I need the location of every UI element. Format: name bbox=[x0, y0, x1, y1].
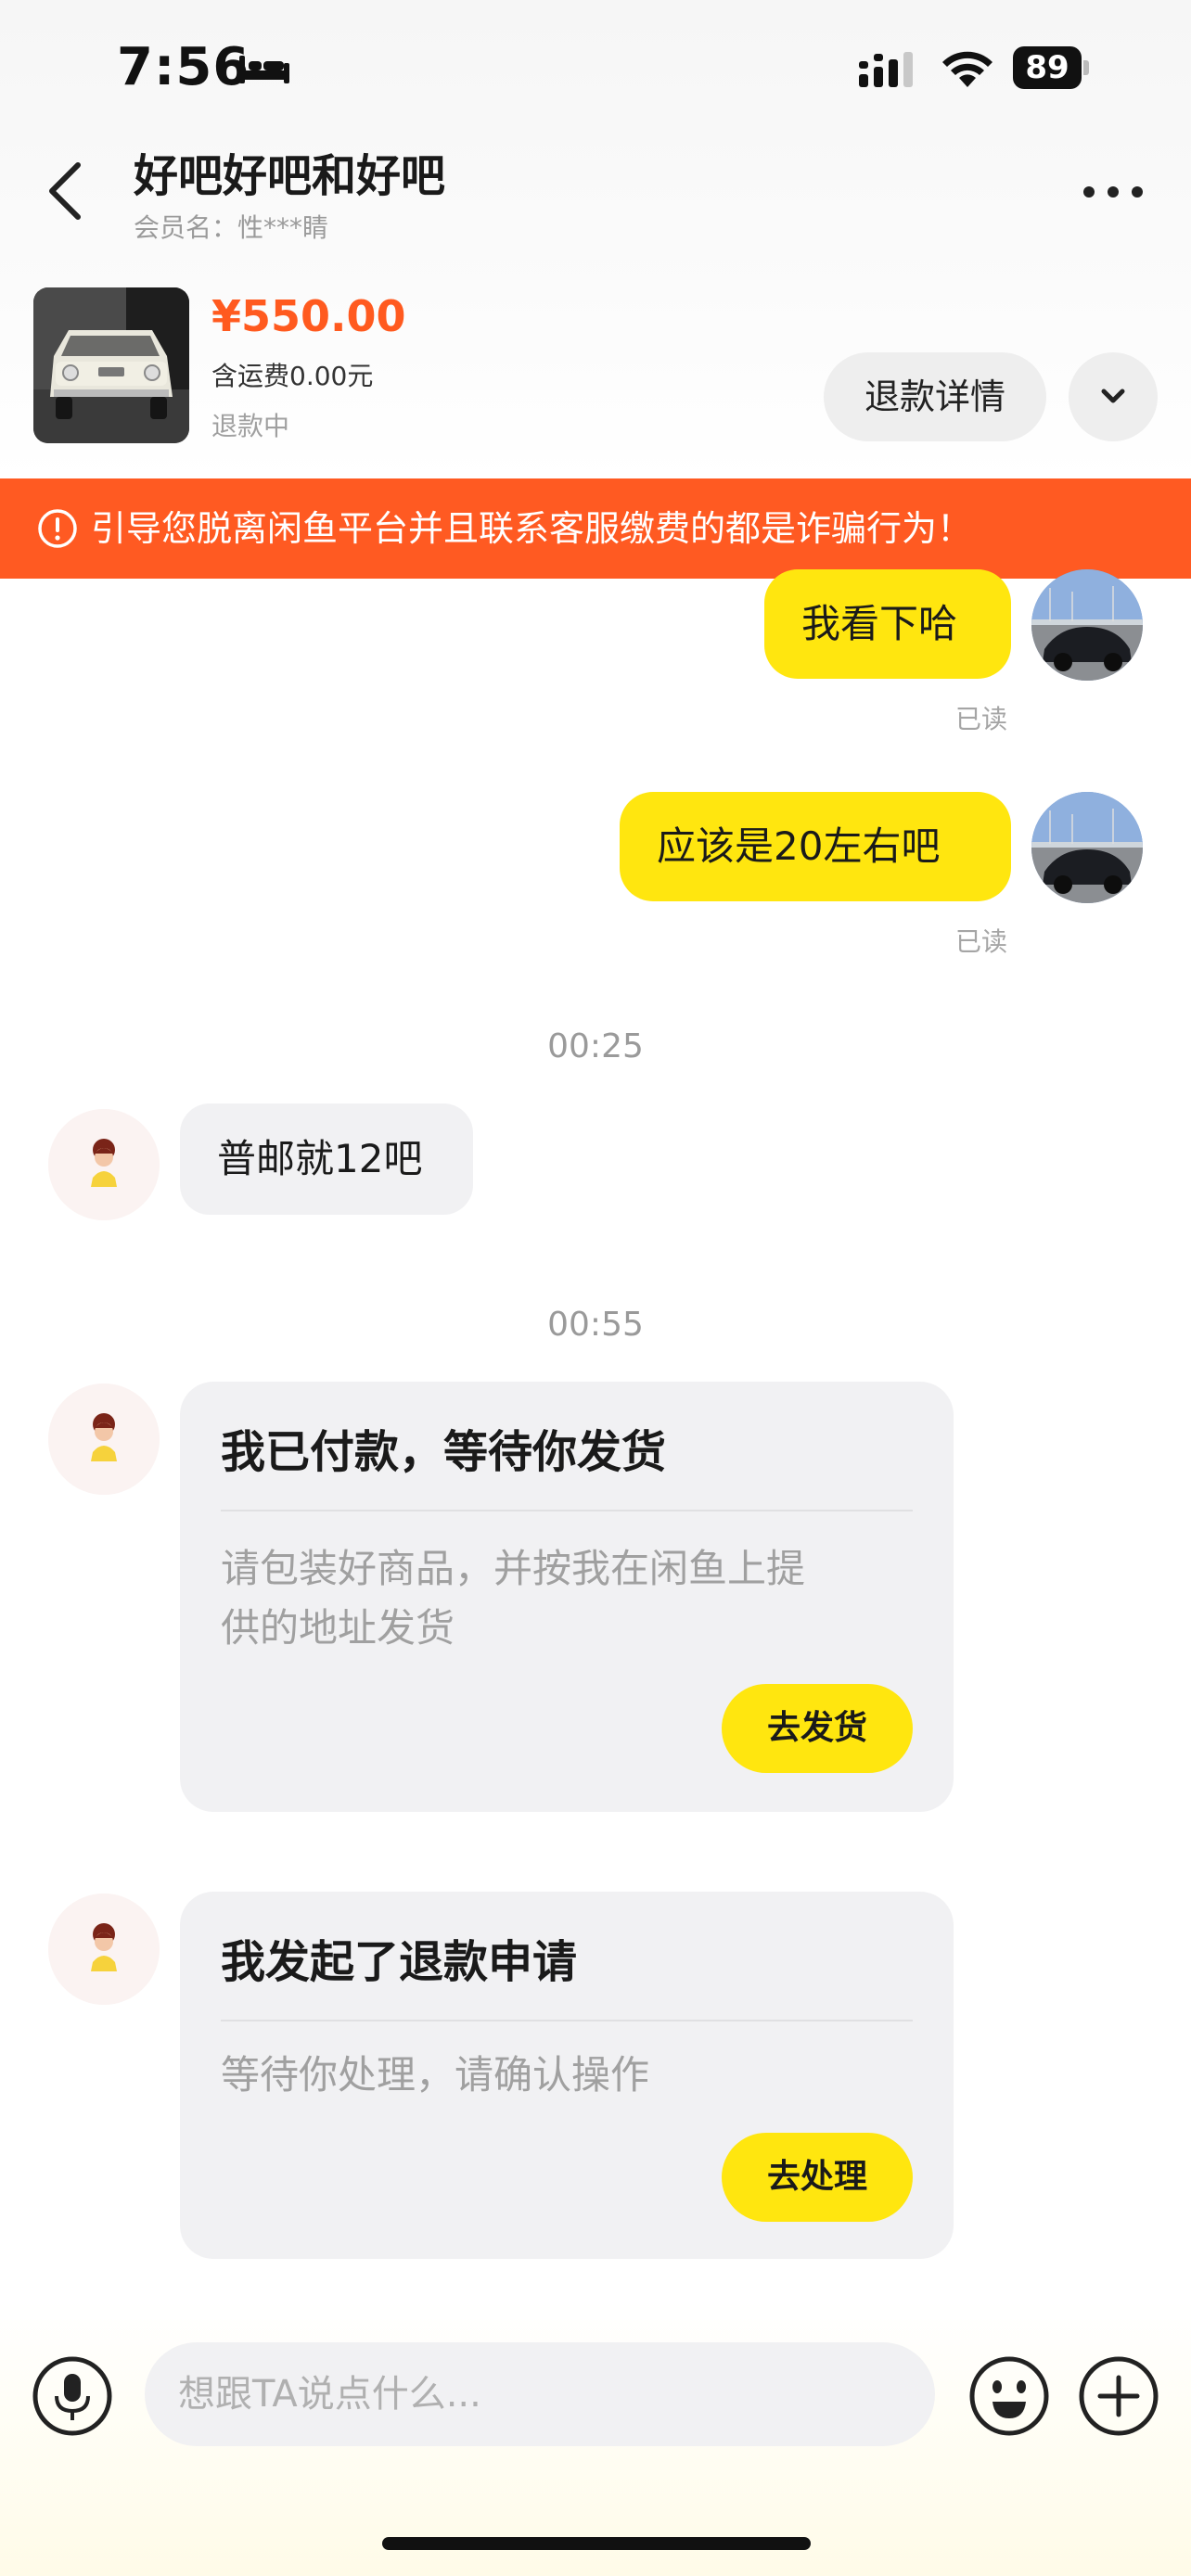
ship-button[interactable]: 去发货 bbox=[722, 1684, 913, 1773]
bed-icon bbox=[239, 56, 289, 83]
card-title: 我已付款，等待你发货 bbox=[221, 1426, 667, 1478]
chat-title: 好吧好吧和好吧 bbox=[134, 150, 446, 202]
member-name: 会员名：性***睛 bbox=[134, 212, 329, 243]
refund-details-button[interactable]: 退款详情 bbox=[824, 352, 1046, 441]
battery-level: 89 bbox=[1013, 46, 1082, 89]
home-indicator[interactable] bbox=[382, 2537, 811, 2550]
card-divider bbox=[221, 1510, 913, 1511]
battery-icon: 89 bbox=[1013, 46, 1089, 89]
message-bubble-sent[interactable]: 我看下哈 bbox=[764, 569, 1011, 679]
expand-button[interactable] bbox=[1069, 352, 1158, 441]
microphone-icon[interactable] bbox=[32, 2355, 113, 2437]
contact-avatar[interactable] bbox=[48, 1894, 160, 2005]
payment-card: 我已付款，等待你发货 请包装好商品，并按我在闲鱼上提 供的地址发货 去发货 bbox=[180, 1382, 954, 1812]
card-body-line: 供的地址发货 bbox=[221, 1605, 455, 1651]
cellular-signal-icon bbox=[859, 52, 913, 87]
emoji-icon[interactable] bbox=[968, 2355, 1050, 2437]
more-icon[interactable] bbox=[1083, 182, 1150, 202]
read-receipt: 已读 bbox=[955, 704, 1008, 734]
back-arrow-icon[interactable] bbox=[41, 154, 91, 228]
message-bubble-received[interactable]: 普邮就12吧 bbox=[180, 1103, 473, 1215]
status-time: 7:56 bbox=[117, 37, 250, 97]
plus-icon[interactable] bbox=[1078, 2355, 1159, 2437]
warning-text: 引导您脱离闲鱼平台并且联系客服缴费的都是诈骗行为！ bbox=[91, 508, 973, 549]
card-body: 请包装好商品，并按我在闲鱼上提 供的地址发货 bbox=[221, 1539, 913, 1658]
card-divider bbox=[221, 2020, 913, 2021]
card-title: 我发起了退款申请 bbox=[221, 1936, 578, 1988]
exclamation-circle-icon bbox=[38, 509, 77, 548]
product-price: ¥550.00 bbox=[211, 291, 406, 341]
chevron-down-icon bbox=[1101, 389, 1125, 403]
my-avatar[interactable] bbox=[1031, 569, 1143, 681]
message-timestamp: 00:25 bbox=[547, 1027, 644, 1065]
process-button[interactable]: 去处理 bbox=[722, 2133, 913, 2222]
message-bubble-sent[interactable]: 应该是20左右吧 bbox=[620, 792, 1011, 901]
card-body-line: 请包装好商品，并按我在闲鱼上提 bbox=[221, 1546, 806, 1591]
card-body: 等待你处理，请确认操作 bbox=[221, 2052, 650, 2098]
read-receipt: 已读 bbox=[955, 926, 1008, 957]
order-status: 退款中 bbox=[211, 411, 290, 441]
message-timestamp: 00:55 bbox=[547, 1306, 644, 1344]
contact-avatar[interactable] bbox=[48, 1384, 160, 1495]
wifi-icon bbox=[942, 51, 992, 87]
fraud-warning-banner: 引导您脱离闲鱼平台并且联系客服缴费的都是诈骗行为！ bbox=[0, 478, 1191, 579]
product-thumbnail[interactable] bbox=[33, 287, 189, 443]
shipping-fee: 含运费0.00元 bbox=[211, 361, 374, 391]
contact-avatar[interactable] bbox=[48, 1109, 160, 1220]
refund-request-card: 我发起了退款申请 等待你处理，请确认操作 去处理 bbox=[180, 1892, 954, 2259]
message-input[interactable]: 想跟TA说点什么... bbox=[145, 2342, 935, 2446]
my-avatar[interactable] bbox=[1031, 792, 1143, 903]
